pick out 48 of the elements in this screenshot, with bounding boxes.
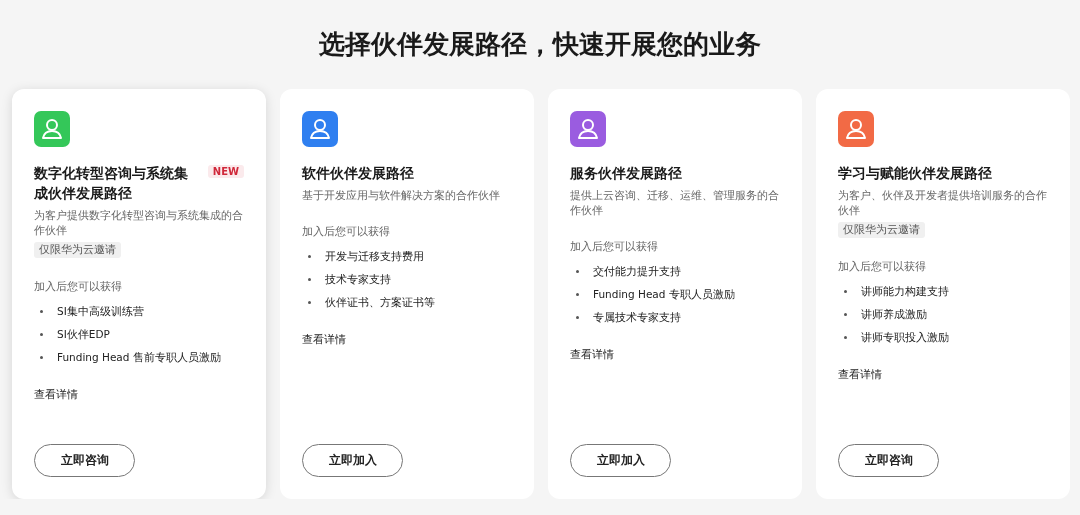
bullet-icon: [576, 316, 579, 319]
invite-tag: 仅限华为云邀请: [838, 222, 925, 238]
benefit-text: 讲师能力构建支持: [861, 284, 949, 299]
page-heading: 选择伙伴发展路径，快速开展您的业务: [318, 28, 762, 61]
bullet-icon: [844, 313, 847, 316]
benefit-text: 专属技术专家支持: [593, 310, 681, 325]
benefit-text: Funding Head 售前专职人员激励: [57, 350, 221, 365]
bullet-icon: [308, 301, 311, 304]
benefit-text: 伙伴证书、方案证书等: [325, 295, 435, 310]
action-button[interactable]: 立即加入: [570, 444, 671, 477]
benefit-text: 技术专家支持: [325, 272, 391, 287]
bullet-icon: [40, 356, 43, 359]
benefit-text: 讲师养成激励: [861, 307, 927, 322]
benefit-text: 开发与迁移支持费用: [325, 249, 424, 264]
bullet-icon: [576, 270, 579, 273]
bullet-icon: [40, 333, 43, 336]
benefit-text: 交付能力提升支持: [593, 264, 681, 279]
details-link[interactable]: 查看详情: [838, 367, 882, 382]
benefits-label: 加入后您可以获得: [570, 240, 658, 254]
bullet-icon: [576, 293, 579, 296]
action-button[interactable]: 立即咨询: [34, 444, 135, 477]
card-description: 为客户、伙伴及开发者提供培训服务的合作伙伴: [838, 188, 1048, 218]
bullet-icon: [308, 255, 311, 258]
bullet-icon: [40, 310, 43, 313]
card-title: 数字化转型咨询与系统集成伙伴发展路径: [34, 164, 189, 203]
details-link[interactable]: 查看详情: [570, 347, 614, 362]
benefits-label: 加入后您可以获得: [838, 260, 926, 274]
new-badge: NEW: [207, 165, 244, 178]
card-description: 为客户提供数字化转型咨询与系统集成的合作伙伴: [34, 208, 244, 238]
card-title: 软件伙伴发展路径: [302, 164, 414, 183]
details-link[interactable]: 查看详情: [34, 387, 78, 402]
action-button[interactable]: 立即加入: [302, 444, 403, 477]
benefit-text: 讲师专职投入激励: [861, 330, 949, 345]
benefit-text: SI集中高级训练营: [57, 304, 144, 319]
benefits-label: 加入后您可以获得: [34, 280, 122, 294]
card-title: 学习与赋能伙伴发展路径: [838, 164, 992, 183]
invite-tag: 仅限华为云邀请: [34, 242, 121, 258]
card-description: 基于开发应用与软件解决方案的合作伙伴: [302, 188, 500, 203]
bullet-icon: [844, 336, 847, 339]
bullet-icon: [844, 290, 847, 293]
card-description: 提供上云咨询、迁移、运维、管理服务的合作伙伴: [570, 188, 780, 218]
details-link[interactable]: 查看详情: [302, 332, 346, 347]
bullet-icon: [308, 278, 311, 281]
benefits-label: 加入后您可以获得: [302, 225, 390, 239]
benefit-text: SI伙伴EDP: [57, 327, 110, 342]
action-button[interactable]: 立即咨询: [838, 444, 939, 477]
benefit-text: Funding Head 专职人员激励: [593, 287, 735, 302]
card-title: 服务伙伴发展路径: [570, 164, 682, 183]
